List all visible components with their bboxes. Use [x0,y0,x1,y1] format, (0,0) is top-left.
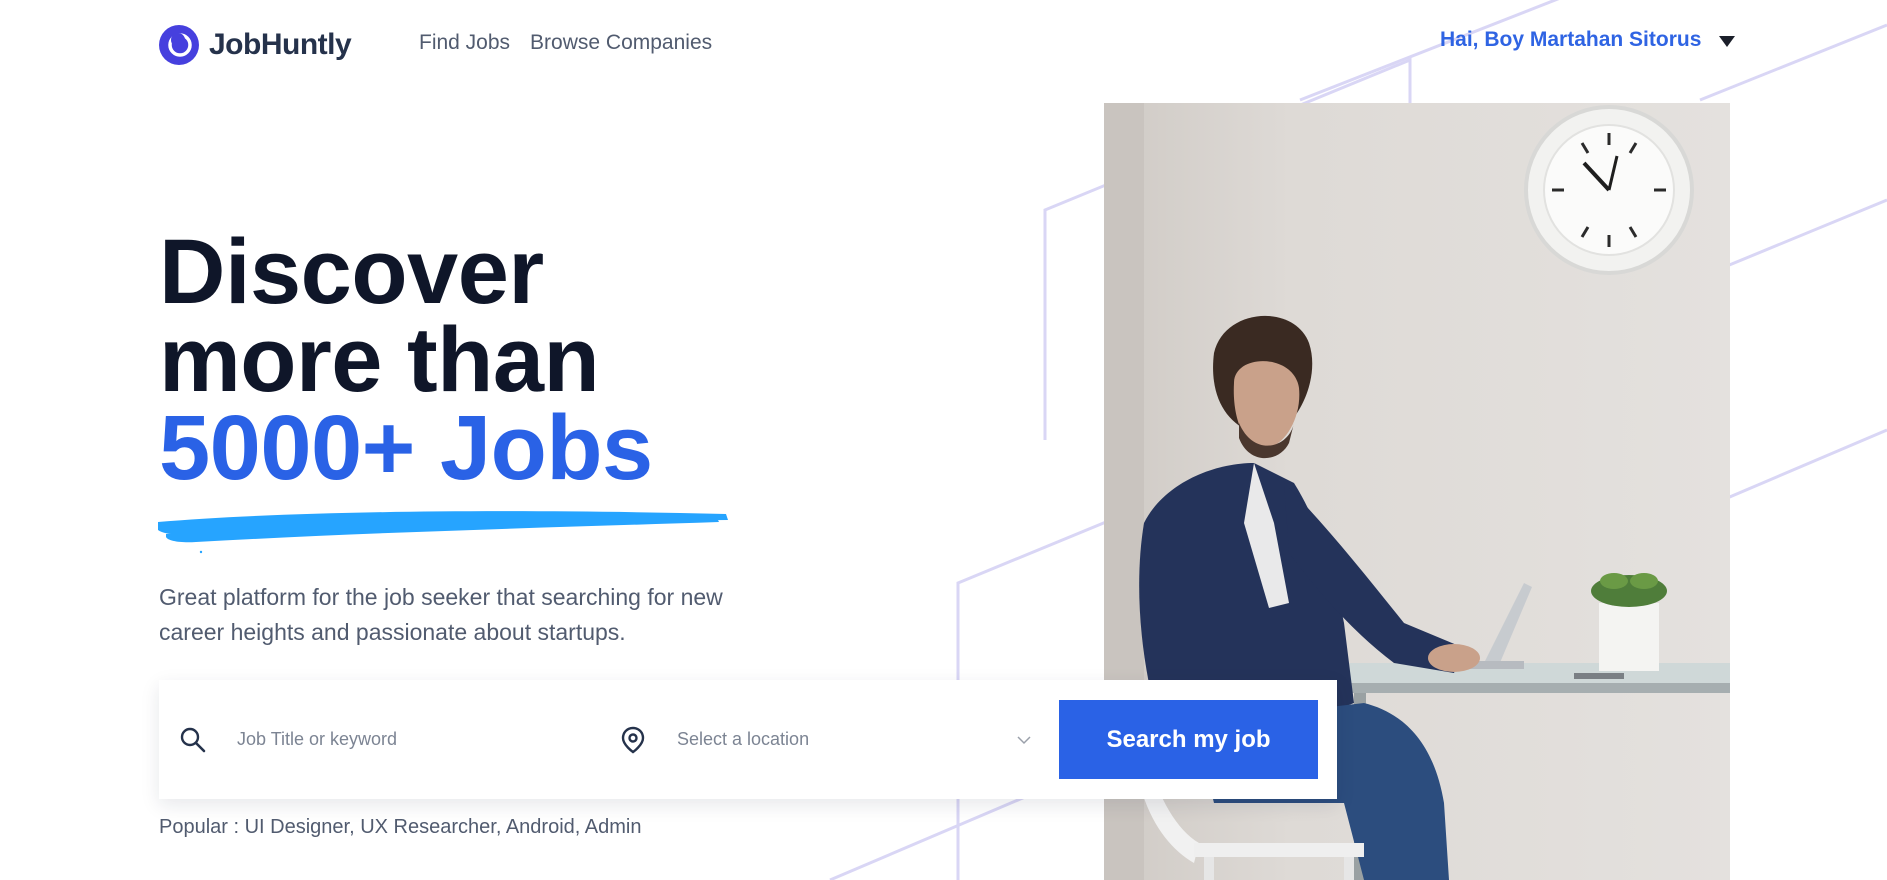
nav-link-browse-companies[interactable]: Browse Companies [530,31,712,55]
popular-searches: Popular : UI Designer, UX Researcher, An… [159,816,642,838]
keyword-field[interactable] [179,680,579,799]
logo-ring-icon [159,25,199,65]
nav-link-find-jobs[interactable]: Find Jobs [419,31,510,55]
user-greeting[interactable]: Hai, Boy Martahan Sitorus [1440,28,1701,52]
chevron-down-icon[interactable] [1017,735,1031,745]
hero-heading: Discover more than 5000+ Jobs [159,226,653,494]
caret-down-icon[interactable] [1719,36,1736,47]
job-search-bar: Select a location Search my job [159,680,1337,799]
hero-line-1: Discover [159,221,544,323]
hero-line-2: more than [159,309,600,411]
location-select-value[interactable]: Select a location [677,729,1017,750]
location-pin-icon [621,726,645,753]
search-icon [180,727,206,752]
hero-highlight: 5000+ Jobs [159,397,653,499]
user-menu[interactable]: Hai, Boy Martahan Sitorus [1440,28,1736,52]
brand-logo[interactable]: JobHuntly [159,25,352,65]
landing-page: JobHuntly Find Jobs Browse Companies Hai… [0,0,1887,880]
keyword-input[interactable] [237,729,557,750]
top-navbar: JobHuntly Find Jobs Browse Companies Hai… [0,0,1887,90]
brush-underline [158,511,728,554]
search-my-job-button[interactable]: Search my job [1059,700,1318,779]
hero-subtitle: Great platform for the job seeker that s… [159,584,723,645]
brand-name: JobHuntly [209,28,352,61]
main-nav: Find Jobs Browse Companies [419,31,712,55]
